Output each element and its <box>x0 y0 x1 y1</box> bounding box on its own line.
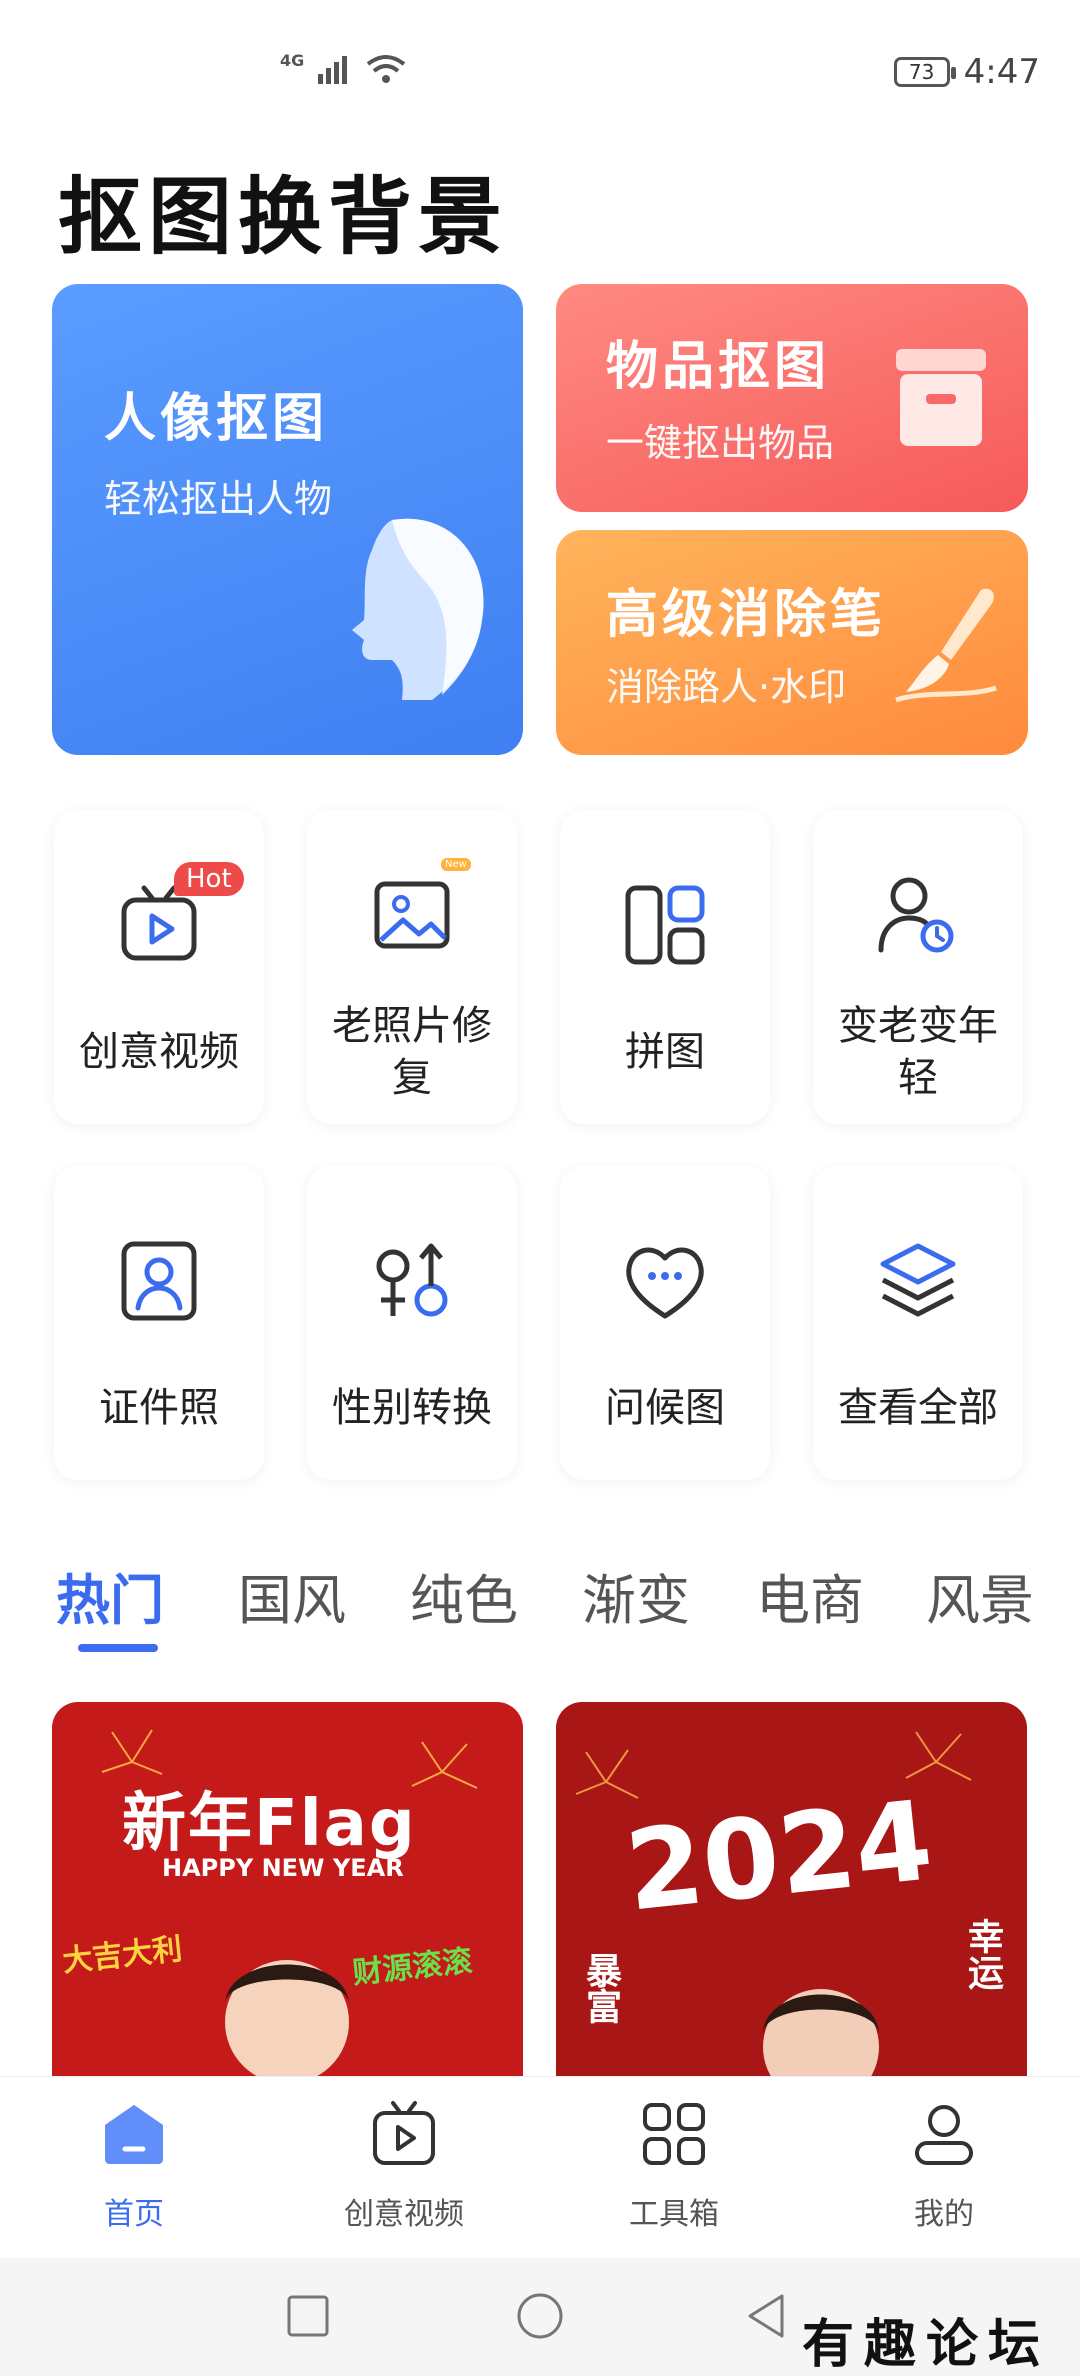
tool-label: 老照片修复 <box>332 1003 492 1101</box>
portrait-card-subtitle: 轻松抠出人物 <box>104 477 333 521</box>
photo-icon <box>374 881 450 949</box>
tool-label: 证件照 <box>99 1385 219 1431</box>
tv-play-icon <box>373 2101 435 2165</box>
tool-view-all[interactable]: 查看全部 <box>813 1166 1023 1480</box>
template-tag-right: 幸运 <box>962 1918 1003 1990</box>
tab-landscape[interactable]: 风景 <box>926 1556 1034 1635</box>
nav-label: 我的 <box>914 2197 974 2232</box>
battery-level: 73 <box>908 60 935 84</box>
category-tabs: 热门 国风 纯色 渐变 电商 风景 <box>0 1556 1080 1656</box>
object-cutout-card[interactable]: 物品抠图 一键抠出物品 <box>556 284 1028 512</box>
tab-solid[interactable]: 纯色 <box>410 1556 518 1635</box>
network-type: 4G <box>280 51 305 70</box>
brush-icon <box>895 588 997 703</box>
tool-gender-swap[interactable]: 性别转换 <box>307 1166 517 1480</box>
nav-label: 创意视频 <box>344 2197 464 2232</box>
heart-chat-icon <box>626 1247 704 1319</box>
tab-ecommerce[interactable]: 电商 <box>756 1556 864 1635</box>
new-badge: New <box>441 858 471 871</box>
portrait-card-title: 人像抠图 <box>104 389 329 449</box>
template-card[interactable]: 新年Flag HAPPY NEW YEAR 大吉大利 财源滚滚 <box>52 1702 523 2082</box>
tool-collage[interactable]: 拼图 <box>560 810 770 1124</box>
tool-label: 变老变年轻 <box>838 1003 998 1101</box>
tool-label: 问候图 <box>605 1385 725 1431</box>
template-title: 新年Flag <box>122 1787 417 1861</box>
layers-icon <box>880 1243 956 1317</box>
tool-id-photo[interactable]: 证件照 <box>54 1166 264 1480</box>
portrait-cutout-card[interactable]: 人像抠图 轻松抠出人物 <box>52 284 523 755</box>
eraser-card-title: 高级消除笔 <box>606 585 887 645</box>
nav-label: 首页 <box>104 2197 164 2232</box>
nav-me[interactable]: 我的 <box>864 2099 1024 2233</box>
eraser-card[interactable]: 高级消除笔 消除路人·水印 <box>556 530 1028 755</box>
tool-label: 拼图 <box>625 1029 705 1075</box>
page-title: 抠图换背景 <box>58 168 509 266</box>
network-status: 4G <box>280 51 406 84</box>
portrait-head-icon <box>352 518 484 700</box>
tool-label: 创意视频 <box>79 1029 239 1075</box>
home-icon <box>105 2105 163 2164</box>
signal-icon <box>318 56 348 84</box>
clock: 4:47 <box>963 52 1040 92</box>
tool-creative-video[interactable]: Hot 创意视频 <box>54 810 264 1124</box>
recent-apps-icon[interactable] <box>286 2294 330 2338</box>
grid-icon <box>643 2103 705 2165</box>
eraser-card-subtitle: 消除路人·水印 <box>606 665 847 709</box>
nav-toolbox[interactable]: 工具箱 <box>594 2099 754 2233</box>
object-card-title: 物品抠图 <box>606 337 831 397</box>
home-circle-icon[interactable] <box>516 2292 564 2340</box>
bottom-nav: 首页 创意视频 工具箱 我的 <box>0 2076 1080 2257</box>
template-card[interactable]: 2024 暴富 幸运 <box>556 1702 1027 2082</box>
fireworks-decoration <box>101 1729 478 2082</box>
user-clock-icon <box>878 877 954 953</box>
id-photo-icon <box>121 1241 197 1321</box>
gender-swap-icon <box>376 1243 448 1317</box>
hot-badge: Hot <box>174 862 244 896</box>
status-bar: 4G 73 4:47 <box>0 0 1080 140</box>
object-card-subtitle: 一键抠出物品 <box>606 421 835 465</box>
watermark: 有趣论坛 <box>801 2314 1050 2375</box>
nav-creative-video[interactable]: 创意视频 <box>324 2099 484 2233</box>
template-subtitle: HAPPY NEW YEAR <box>162 1854 404 1882</box>
collage-icon <box>625 885 705 965</box>
user-icon <box>915 2105 973 2165</box>
active-tab-indicator <box>78 1644 158 1652</box>
battery-icon: 73 <box>893 57 956 87</box>
status-right: 73 4:47 <box>893 52 1040 92</box>
tab-guofeng[interactable]: 国风 <box>238 1556 346 1635</box>
wifi-icon <box>367 55 406 83</box>
tool-age-change[interactable]: 变老变年轻 <box>813 810 1023 1124</box>
tab-gradient[interactable]: 渐变 <box>582 1556 690 1635</box>
tool-old-photo-restore[interactable]: New 老照片修复 <box>307 810 517 1124</box>
tab-hot[interactable]: 热门 <box>56 1556 164 1635</box>
tool-label: 查看全部 <box>838 1385 998 1431</box>
box-icon <box>896 349 986 446</box>
nav-home[interactable]: 首页 <box>54 2099 214 2233</box>
template-tag-left: 暴富 <box>580 1952 621 2024</box>
back-icon[interactable] <box>744 2292 788 2340</box>
tool-greeting-card[interactable]: 问候图 <box>560 1166 770 1480</box>
tool-label: 性别转换 <box>332 1385 492 1431</box>
nav-label: 工具箱 <box>629 2197 719 2232</box>
